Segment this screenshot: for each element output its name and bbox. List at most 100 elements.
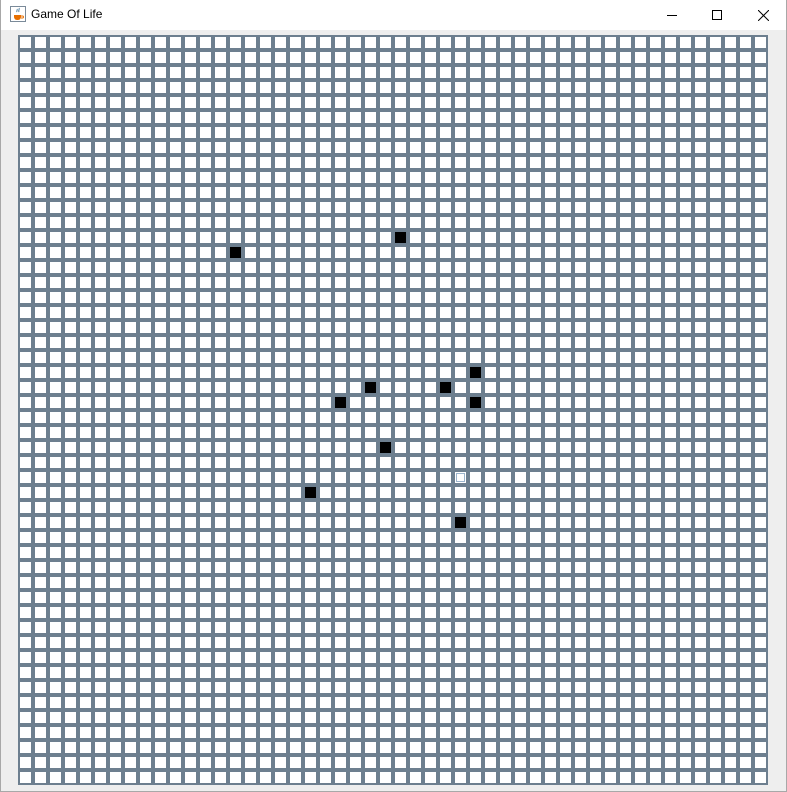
grid-cell[interactable] <box>228 290 243 305</box>
grid-cell[interactable] <box>333 410 348 425</box>
grid-cell[interactable] <box>603 305 618 320</box>
grid-cell[interactable] <box>318 215 333 230</box>
grid-cell[interactable] <box>423 695 438 710</box>
grid-cell[interactable] <box>528 470 543 485</box>
grid-cell[interactable] <box>753 290 768 305</box>
grid-cell[interactable] <box>48 80 63 95</box>
grid-cell[interactable] <box>468 200 483 215</box>
grid-cell[interactable] <box>528 575 543 590</box>
grid-cell[interactable] <box>108 290 123 305</box>
grid-cell[interactable] <box>303 350 318 365</box>
grid-cell[interactable] <box>183 65 198 80</box>
grid-cell[interactable] <box>93 530 108 545</box>
grid-cell[interactable] <box>618 320 633 335</box>
grid-cell[interactable] <box>378 410 393 425</box>
grid-cell[interactable] <box>48 530 63 545</box>
grid-cell[interactable] <box>123 170 138 185</box>
grid-cell[interactable] <box>633 755 648 770</box>
grid-cell[interactable] <box>648 635 663 650</box>
grid-cell[interactable] <box>753 80 768 95</box>
grid-cell[interactable] <box>63 335 78 350</box>
grid-cell[interactable] <box>108 575 123 590</box>
grid-cell[interactable] <box>468 485 483 500</box>
grid-cell[interactable] <box>108 35 123 50</box>
grid-cell[interactable] <box>183 440 198 455</box>
grid-cell[interactable] <box>93 695 108 710</box>
grid-cell[interactable] <box>258 335 273 350</box>
grid-cell[interactable] <box>93 95 108 110</box>
grid-cell[interactable] <box>588 455 603 470</box>
grid-cell[interactable] <box>78 245 93 260</box>
grid-cell[interactable] <box>78 500 93 515</box>
grid-cell[interactable] <box>423 215 438 230</box>
grid-cell[interactable] <box>618 410 633 425</box>
grid-cell[interactable] <box>78 725 93 740</box>
grid-cell[interactable] <box>213 200 228 215</box>
grid-cell[interactable] <box>288 650 303 665</box>
grid-cell[interactable] <box>138 545 153 560</box>
grid-cell[interactable] <box>363 335 378 350</box>
grid-cell[interactable] <box>438 425 453 440</box>
grid-cell[interactable] <box>648 215 663 230</box>
grid-cell[interactable] <box>408 350 423 365</box>
grid-cell[interactable] <box>678 125 693 140</box>
grid-cell[interactable] <box>753 425 768 440</box>
grid-cell[interactable] <box>318 695 333 710</box>
grid-cell[interactable] <box>273 305 288 320</box>
grid-cell[interactable] <box>348 230 363 245</box>
grid-cell[interactable] <box>468 605 483 620</box>
grid-cell[interactable] <box>738 185 753 200</box>
grid-cell[interactable] <box>738 350 753 365</box>
grid-cell[interactable] <box>93 755 108 770</box>
grid-cell[interactable] <box>273 260 288 275</box>
grid-cell[interactable] <box>363 575 378 590</box>
grid-cell[interactable] <box>513 455 528 470</box>
grid-cell[interactable] <box>243 305 258 320</box>
grid-cell[interactable] <box>153 395 168 410</box>
grid-cell[interactable] <box>648 35 663 50</box>
grid-cell[interactable] <box>18 560 33 575</box>
grid-cell[interactable] <box>423 500 438 515</box>
grid-cell[interactable] <box>258 260 273 275</box>
grid-cell[interactable] <box>168 665 183 680</box>
grid-cell[interactable] <box>348 725 363 740</box>
grid-cell[interactable] <box>618 470 633 485</box>
grid-cell[interactable] <box>288 245 303 260</box>
grid-cell[interactable] <box>333 515 348 530</box>
grid-cell[interactable] <box>708 665 723 680</box>
grid-cell[interactable] <box>558 770 573 785</box>
grid-cell[interactable] <box>423 275 438 290</box>
grid-cell[interactable] <box>723 155 738 170</box>
grid-cell[interactable] <box>513 335 528 350</box>
grid-cell[interactable] <box>138 245 153 260</box>
grid-cell[interactable] <box>693 155 708 170</box>
grid-cell[interactable] <box>258 680 273 695</box>
grid-cell[interactable] <box>513 110 528 125</box>
grid-cell[interactable] <box>753 170 768 185</box>
grid-cell[interactable] <box>603 545 618 560</box>
grid-cell[interactable] <box>588 110 603 125</box>
grid-cell[interactable] <box>618 710 633 725</box>
grid-cell[interactable] <box>108 110 123 125</box>
grid-cell[interactable] <box>708 230 723 245</box>
grid-cell[interactable] <box>318 740 333 755</box>
grid-cell[interactable] <box>648 155 663 170</box>
grid-cell[interactable] <box>18 80 33 95</box>
grid-cell[interactable] <box>213 425 228 440</box>
grid-cell[interactable] <box>123 290 138 305</box>
grid-cell[interactable] <box>423 155 438 170</box>
grid-cell[interactable] <box>318 470 333 485</box>
grid-cell[interactable] <box>678 95 693 110</box>
grid-cell[interactable] <box>723 80 738 95</box>
grid-cell[interactable] <box>153 455 168 470</box>
grid-cell[interactable] <box>93 665 108 680</box>
grid-cell[interactable] <box>543 185 558 200</box>
grid-cell[interactable] <box>183 320 198 335</box>
grid-cell[interactable] <box>138 665 153 680</box>
grid-cell[interactable] <box>498 485 513 500</box>
grid-cell[interactable] <box>498 755 513 770</box>
grid-cell[interactable] <box>738 605 753 620</box>
grid-cell[interactable] <box>663 305 678 320</box>
grid-cell[interactable] <box>273 740 288 755</box>
grid-cell[interactable] <box>663 695 678 710</box>
